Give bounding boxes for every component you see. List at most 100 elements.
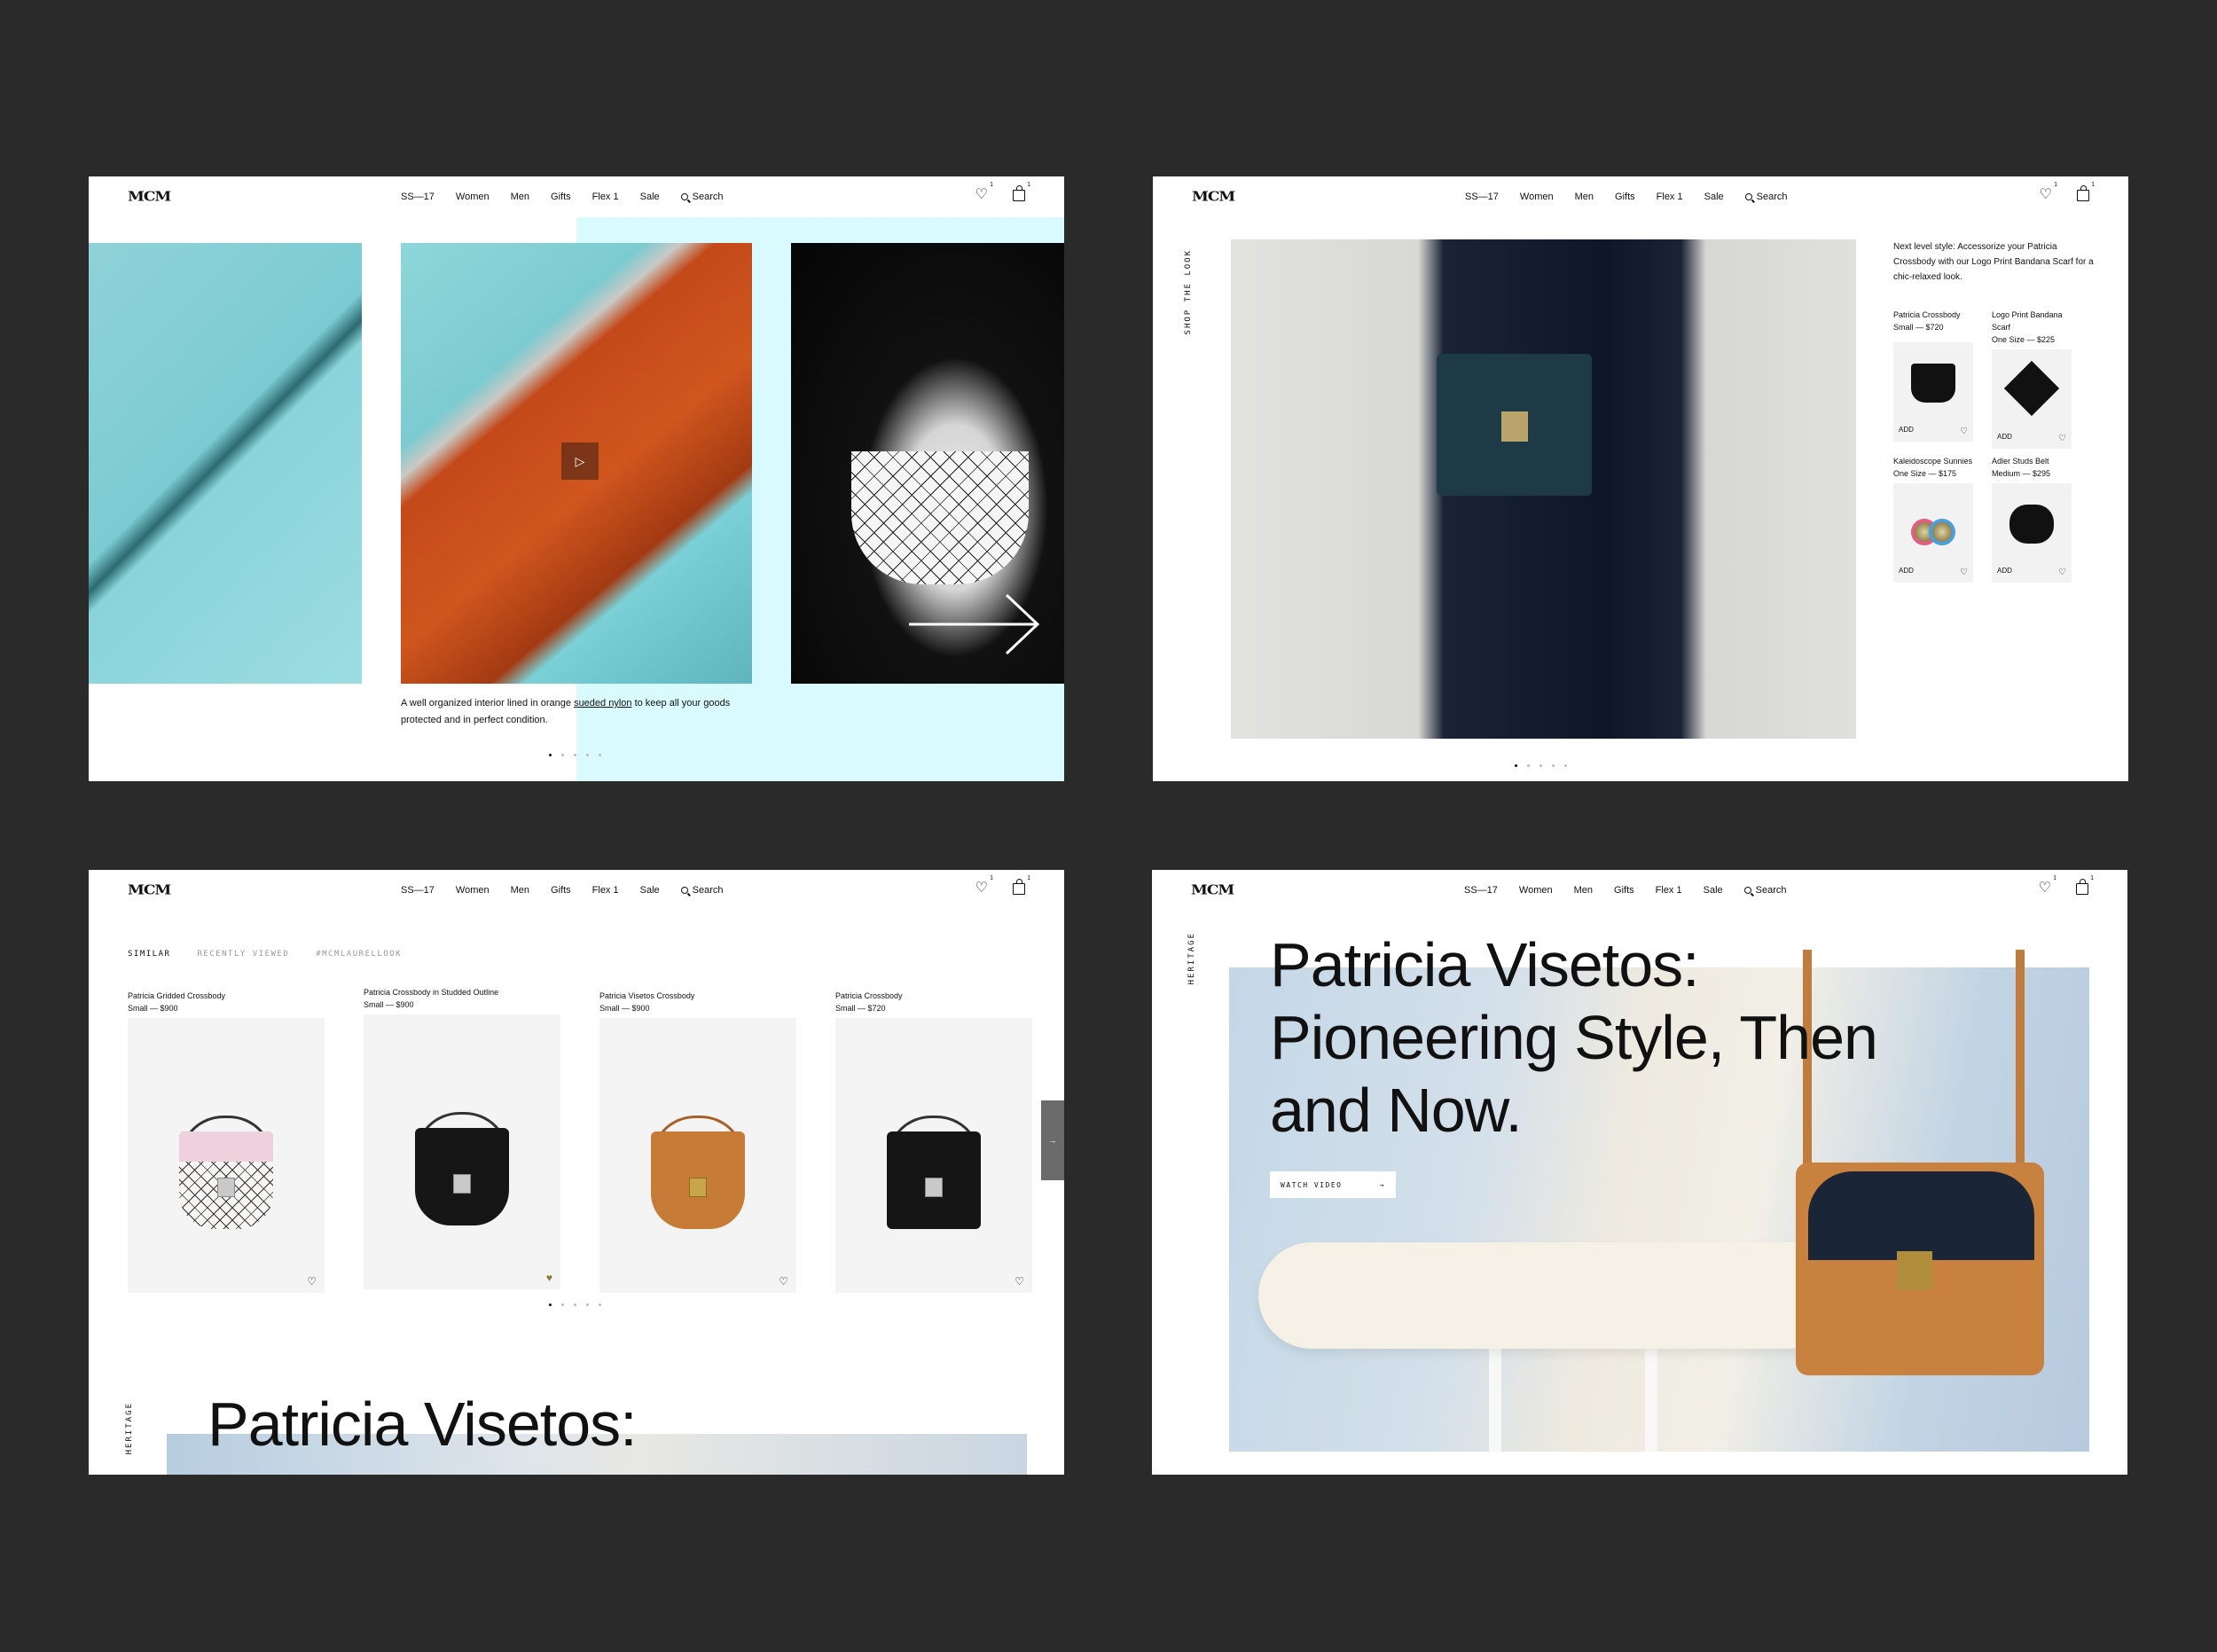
search-button[interactable]: Search (680, 192, 724, 202)
menu-item-women[interactable]: Women (456, 192, 490, 202)
wishlist-button[interactable]: ♡ 1 (2040, 182, 2057, 202)
tab-hashtag-look[interactable]: #MCMLAURELLOOK (316, 950, 402, 959)
menu-item-ss17[interactable]: SS—17 (401, 885, 435, 896)
wishlist-button[interactable]: ♡ 1 (975, 182, 993, 202)
add-button[interactable]: ADD (1997, 431, 2012, 443)
menu-item-ss17[interactable]: SS—17 (1465, 192, 1499, 202)
product-thumbnail[interactable]: ADD ♡ (1992, 349, 2072, 449)
product-card[interactable]: Patricia Visetos Crossbody Small — $900 … (599, 990, 796, 1293)
heart-filled-icon[interactable]: ♥ (546, 1272, 552, 1284)
product-price: Medium — $295 (1992, 469, 2051, 478)
tab-recently-viewed[interactable]: RECENTLY VIEWED (197, 950, 289, 959)
heart-icon[interactable]: ♡ (307, 1275, 317, 1288)
slide-dot[interactable] (1515, 764, 1517, 767)
add-button[interactable]: ADD (1899, 565, 1914, 577)
menu-item-sale[interactable]: Sale (640, 885, 660, 896)
slide-dot[interactable] (1539, 764, 1542, 767)
product-card[interactable]: Patricia Crossbody Small — $720 ♡ (835, 990, 1032, 1293)
next-slide-arrow-icon[interactable] (909, 593, 1042, 655)
product-price: One Size — $175 (1893, 469, 1957, 478)
heart-icon[interactable]: ♡ (779, 1275, 788, 1288)
menu-item-women[interactable]: Women (1520, 192, 1554, 202)
bag-flap (1808, 1171, 2034, 1260)
logo[interactable]: MCM (1192, 189, 1235, 205)
slide-dot[interactable] (549, 754, 552, 756)
slide-dot[interactable] (561, 1304, 564, 1306)
slide-dot[interactable] (1527, 764, 1530, 767)
carousel-next-button[interactable]: → (1041, 1100, 1064, 1180)
menu-item-sale[interactable]: Sale (640, 192, 660, 202)
menu-item-men[interactable]: Men (1574, 885, 1593, 896)
heart-icon[interactable]: ♡ (1960, 567, 1968, 579)
product-photo[interactable]: ♥ (364, 1014, 560, 1289)
menu-item-gifts[interactable]: Gifts (551, 192, 571, 202)
slide-dot[interactable] (561, 754, 564, 756)
slide-dot[interactable] (1552, 764, 1555, 767)
product-photo[interactable]: ♡ (835, 1018, 1032, 1293)
product-photo[interactable]: ♡ (128, 1018, 325, 1293)
heart-icon[interactable]: ♡ (1014, 1275, 1024, 1288)
wishlist-button[interactable]: ♡ 1 (2039, 875, 2056, 896)
slide-dot[interactable] (599, 754, 601, 756)
menu-item-men[interactable]: Men (1575, 192, 1594, 202)
cart-button[interactable]: 1 (1013, 875, 1030, 896)
search-button[interactable]: Search (1743, 885, 1787, 896)
menu-item-gifts[interactable]: Gifts (1615, 192, 1635, 202)
look-product-card[interactable]: Patricia Crossbody Small — $720 ADD ♡ (1893, 309, 1982, 442)
slide-dot[interactable] (1564, 764, 1567, 767)
wishlist-button[interactable]: ♡ 1 (975, 875, 993, 896)
heart-icon[interactable]: ♡ (2058, 433, 2066, 445)
menu-item-women[interactable]: Women (1519, 885, 1553, 896)
logo[interactable]: MCM (1191, 882, 1234, 898)
menu-item-flex1[interactable]: Flex 1 (592, 192, 619, 202)
logo[interactable]: MCM (128, 189, 171, 205)
tab-similar[interactable]: SIMILAR (128, 950, 170, 959)
menu-item-women[interactable]: Women (456, 885, 490, 896)
menu-item-sale[interactable]: Sale (1704, 192, 1724, 202)
look-product-card[interactable]: Logo Print Bandana Scarf One Size — $225… (1992, 309, 2080, 449)
product-thumbnail[interactable]: ADD ♡ (1992, 483, 2072, 583)
grid-pattern-bag (851, 451, 1029, 584)
slide-dot[interactable] (574, 754, 576, 756)
heritage-teaser-title[interactable]: Patricia Visetos: (208, 1393, 638, 1455)
slide-dot[interactable] (586, 1304, 589, 1306)
add-button[interactable]: ADD (1899, 424, 1914, 436)
add-button[interactable]: ADD (1997, 565, 2012, 577)
look-product-card[interactable]: Kaleidoscope Sunnies One Size — $175 ADD… (1893, 455, 1982, 583)
logo[interactable]: MCM (128, 882, 171, 898)
search-icon (680, 887, 688, 894)
menu-item-men[interactable]: Men (511, 885, 529, 896)
heart-icon[interactable]: ♡ (1960, 426, 1968, 438)
menu-item-men[interactable]: Men (511, 192, 529, 202)
menu-item-sale[interactable]: Sale (1704, 885, 1723, 896)
menu-item-ss17[interactable]: SS—17 (401, 192, 435, 202)
product-card[interactable]: Patricia Crossbody in Studded Outline Sm… (364, 986, 560, 1289)
cart-button[interactable]: 1 (2076, 875, 2094, 896)
slide-dot[interactable] (586, 754, 589, 756)
menu-item-gifts[interactable]: Gifts (1614, 885, 1634, 896)
shopping-bag-icon (1013, 185, 1025, 201)
product-photo[interactable]: ♡ (599, 1018, 796, 1293)
watch-video-button[interactable]: WATCH VIDEO → (1270, 1171, 1396, 1198)
shopping-bag-icon (2076, 879, 2088, 895)
cart-button[interactable]: 1 (1013, 182, 1030, 202)
menu-item-flex1[interactable]: Flex 1 (1657, 192, 1683, 202)
menu-item-flex1[interactable]: Flex 1 (1656, 885, 1682, 896)
search-button[interactable]: Search (1744, 192, 1788, 202)
heart-icon[interactable]: ♡ (2058, 567, 2066, 579)
slide-dot[interactable] (599, 1304, 601, 1306)
search-button[interactable]: Search (680, 885, 724, 896)
slide-dot[interactable] (549, 1304, 552, 1306)
cart-button[interactable]: 1 (2077, 182, 2095, 202)
menu-item-flex1[interactable]: Flex 1 (592, 885, 619, 896)
menu-item-gifts[interactable]: Gifts (551, 885, 571, 896)
menu-item-ss17[interactable]: SS—17 (1464, 885, 1498, 896)
play-video-button[interactable]: ▷ (561, 442, 599, 480)
main-menu: SS—17 Women Men Gifts Flex 1 Sale Search (1464, 885, 1808, 896)
product-thumbnail[interactable]: ADD ♡ (1893, 483, 1973, 583)
sueded-nylon-link[interactable]: sueded nylon (574, 698, 631, 709)
product-card[interactable]: Patricia Gridded Crossbody Small — $900 … (128, 990, 325, 1293)
product-thumbnail[interactable]: ADD ♡ (1893, 342, 1973, 442)
look-product-card[interactable]: Adler Studs Belt Medium — $295 ADD ♡ (1992, 455, 2080, 583)
slide-dot[interactable] (574, 1304, 576, 1306)
